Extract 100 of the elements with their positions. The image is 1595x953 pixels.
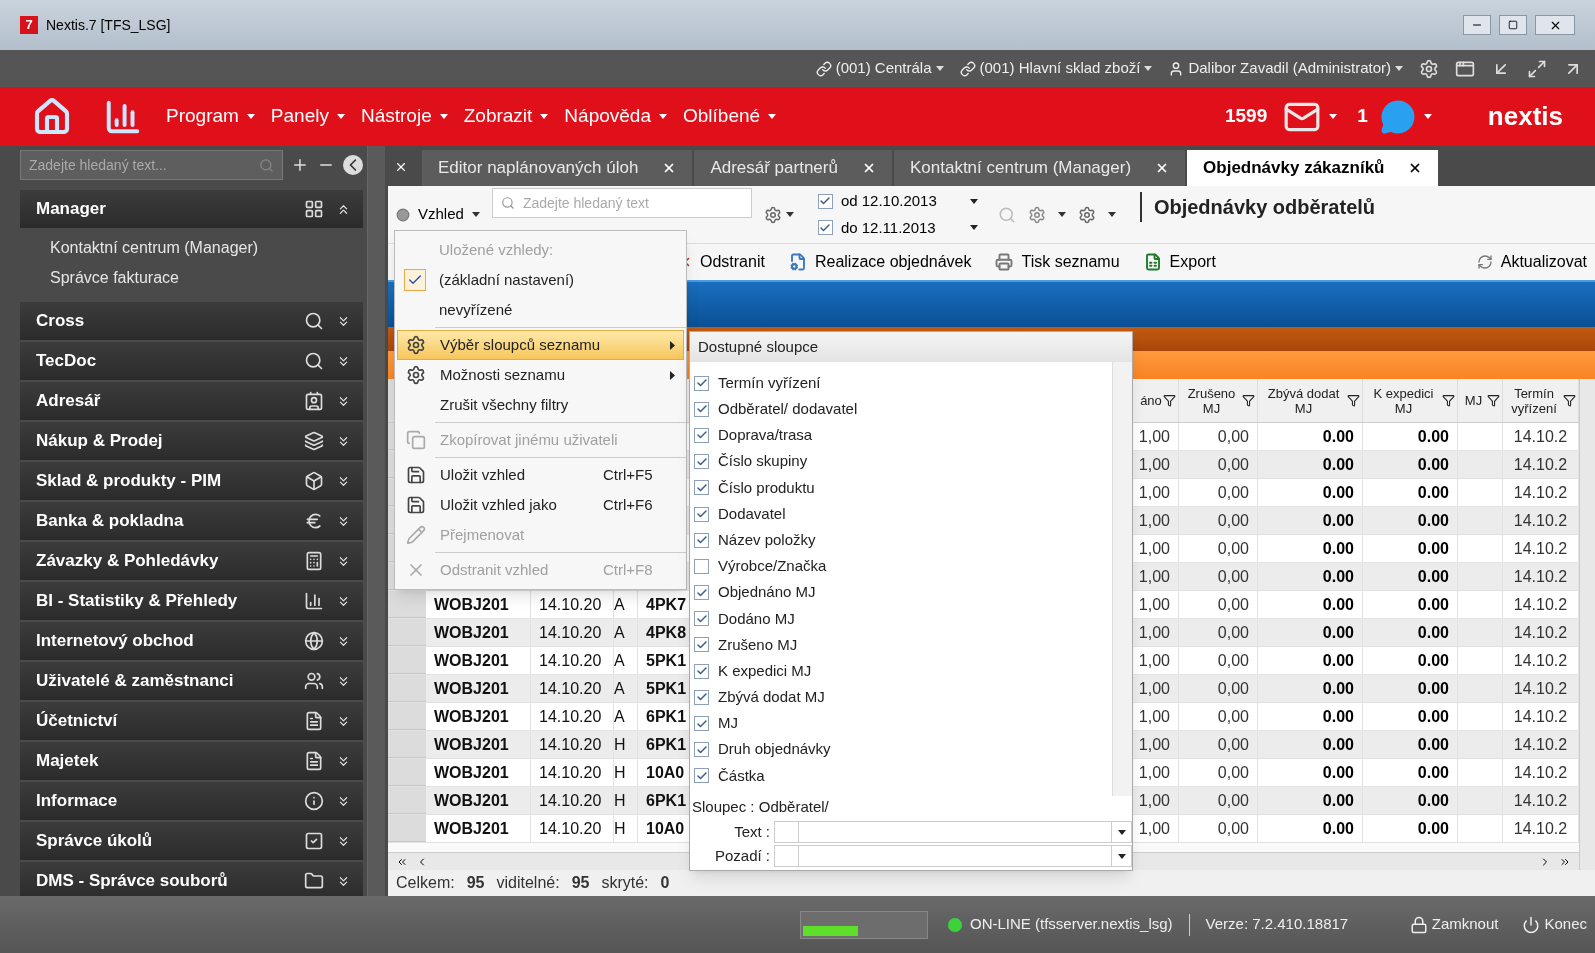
table-cell: 0,00	[1179, 479, 1258, 506]
table-cell: 0.00	[1363, 759, 1458, 786]
table-cell: 0,00	[1179, 535, 1258, 562]
table-cell: 0.00	[1258, 619, 1363, 646]
table-cell: 0,00	[1179, 451, 1258, 478]
table-cell: 0.00	[1258, 535, 1363, 562]
table-cell: 0,00	[1179, 675, 1258, 702]
table-cell: 0,00	[1179, 787, 1258, 814]
table-cell: A	[614, 647, 638, 674]
table-cell: 0,00	[1179, 591, 1258, 618]
table-cell: WOBJ201	[426, 759, 531, 786]
table-cell: 0.00	[1258, 759, 1363, 786]
table-cell: 1,00	[1137, 507, 1179, 534]
table-cell: 0.00	[1363, 647, 1458, 674]
table-cell: 0.00	[1363, 591, 1458, 618]
table-cell: H	[614, 787, 638, 814]
table-cell: 0.00	[1363, 731, 1458, 758]
table-cell: 1,00	[1137, 423, 1179, 450]
table-cell: 0,00	[1179, 759, 1258, 786]
page-title: Objednávky odběratelů	[1139, 192, 1376, 222]
total-label: Celkem:	[396, 873, 455, 893]
visible-count: 95	[571, 873, 590, 893]
table-cell: 1,00	[1137, 731, 1179, 758]
table-cell: 1,00	[1137, 675, 1179, 702]
table-cell: 0.00	[1258, 731, 1363, 758]
table-cell: 1,00	[1137, 703, 1179, 730]
table-cell: 1,00	[1137, 479, 1179, 506]
version-label: Verze: 7.2.410.18817	[1205, 914, 1349, 935]
connection-status: ON-LINE (tfsserver.nextis_lsg)	[970, 914, 1173, 935]
table-cell: 0.00	[1363, 423, 1458, 450]
table-cell: 0.00	[1258, 423, 1363, 450]
table-cell: WOBJ201	[426, 815, 531, 842]
table-cell: 0.00	[1258, 675, 1363, 702]
table-cell: 0.00	[1363, 535, 1458, 562]
table-cell: 0.00	[1258, 563, 1363, 590]
table-cell: 1,00	[1137, 619, 1179, 646]
app-logo: 7	[20, 16, 38, 34]
table-cell: 0,00	[1179, 703, 1258, 730]
table-cell: WOBJ201	[426, 619, 531, 646]
table-cell: 0.00	[1363, 675, 1458, 702]
table-cell: A	[614, 675, 638, 702]
table-cell: WOBJ201	[426, 787, 531, 814]
table-cell: 1,00	[1137, 647, 1179, 674]
field-label: Pozadí :	[713, 845, 771, 866]
table-cell: A	[614, 703, 638, 730]
table-cell: 1,00	[1137, 563, 1179, 590]
table-cell: 0.00	[1258, 451, 1363, 478]
table-cell: 14.10.20	[531, 759, 614, 786]
table-cell: 0,00	[1179, 731, 1258, 758]
table-cell: A	[614, 591, 638, 618]
table-cell: 0,00	[1179, 423, 1258, 450]
table-cell: 1,00	[1137, 759, 1179, 786]
table-cell: 0,00	[1179, 563, 1258, 590]
chat-count: 1	[1357, 104, 1368, 129]
total-count: 95	[466, 873, 485, 893]
table-cell: 0,00	[1179, 815, 1258, 842]
table-cell: 0,00	[1179, 507, 1258, 534]
table-cell: WOBJ201	[426, 731, 531, 758]
table-cell: 0.00	[1258, 787, 1363, 814]
table-cell: 14.10.20	[531, 787, 614, 814]
table-cell: 0.00	[1258, 647, 1363, 674]
table-cell: 0.00	[1258, 479, 1363, 506]
table-cell: 0.00	[1363, 815, 1458, 842]
table-cell: WOBJ201	[426, 675, 531, 702]
table-cell: H	[614, 731, 638, 758]
table-cell: 0,00	[1179, 647, 1258, 674]
menu-heading: Uložené vzhledy:	[438, 239, 554, 260]
table-cell: 1,00	[1137, 535, 1179, 562]
visible-label: viditelné:	[496, 873, 560, 893]
table-cell: 14.10.20	[531, 591, 614, 618]
table-cell: 14.10.20	[531, 675, 614, 702]
table-cell: 1,00	[1137, 591, 1179, 618]
table-cell: WOBJ201	[426, 591, 531, 618]
table-cell: WOBJ201	[426, 703, 531, 730]
table-cell: 14.10.20	[531, 619, 614, 646]
table-cell: 0,00	[1179, 619, 1258, 646]
table-cell: 0.00	[1363, 507, 1458, 534]
table-cell: 14.10.20	[531, 731, 614, 758]
table-cell: 0.00	[1258, 507, 1363, 534]
hidden-count: 0	[660, 873, 670, 893]
table-cell: 14.10.20	[531, 647, 614, 674]
table-cell: 0.00	[1258, 591, 1363, 618]
table-cell: 0.00	[1258, 703, 1363, 730]
table-cell: 0.00	[1363, 451, 1458, 478]
table-cell: 1,00	[1137, 451, 1179, 478]
hidden-label: skryté:	[601, 873, 649, 893]
table-cell: 1,00	[1137, 787, 1179, 814]
table-cell: WOBJ201	[426, 647, 531, 674]
table-cell: 1,00	[1137, 815, 1179, 842]
table-cell: H	[614, 815, 638, 842]
table-cell: 0.00	[1258, 815, 1363, 842]
window-title: Nextis.7 [TFS_LSG]	[46, 15, 171, 35]
message-count: 1599	[1225, 104, 1268, 129]
table-cell: 0.00	[1363, 703, 1458, 730]
table-cell: A	[614, 619, 638, 646]
table-cell: 0.00	[1363, 479, 1458, 506]
table-cell: 0.00	[1363, 787, 1458, 814]
field-label: Text :	[733, 821, 771, 842]
table-cell: H	[614, 759, 638, 786]
panel-title: Dostupné sloupce	[697, 336, 820, 357]
